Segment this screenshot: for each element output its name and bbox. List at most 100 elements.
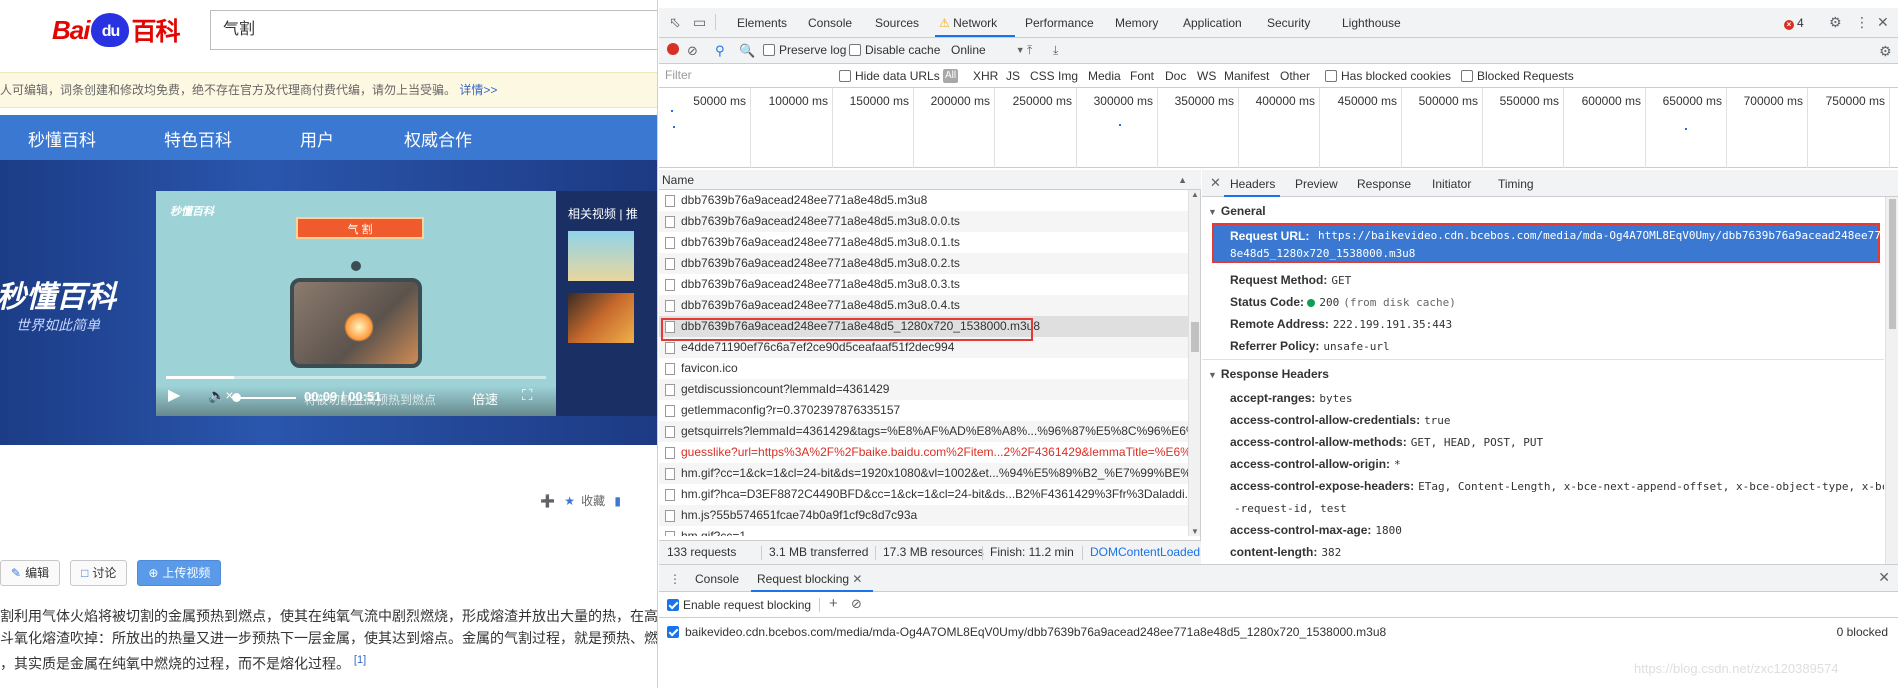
tab-security[interactable]: Security xyxy=(1267,16,1310,30)
filter-js[interactable]: JS xyxy=(1006,69,1020,83)
request-row[interactable]: hm.gif?hca=D3EF8872C4490BFD&cc=1&ck=1&cl… xyxy=(659,484,1189,505)
hide-data-urls-checkbox[interactable]: Hide data URLs xyxy=(839,69,940,83)
request-row[interactable]: getdiscussioncount?lemmaId=4361429 xyxy=(659,379,1189,400)
like-icon[interactable]: ▮ xyxy=(614,494,621,508)
tab-application[interactable]: Application xyxy=(1183,16,1242,30)
request-row[interactable]: hm.gif?cc=1&ck=1&cl=24-bit&ds=1920x1080&… xyxy=(659,463,1189,484)
error-count-badge[interactable]: × 4 xyxy=(1784,16,1804,30)
inspect-icon[interactable]: ⬁ xyxy=(669,14,681,31)
edit-button[interactable]: ✎ 编辑 xyxy=(0,560,61,586)
upload-video-button[interactable]: ⊕ 上传视频 xyxy=(137,560,222,586)
tab-timing[interactable]: Timing xyxy=(1498,177,1534,191)
notice-details-link[interactable]: 详情>> xyxy=(459,83,497,97)
tab-performance[interactable]: Performance xyxy=(1025,16,1094,30)
preserve-log-checkbox[interactable]: Preserve log xyxy=(763,43,846,57)
star-icon[interactable]: ★ xyxy=(564,494,575,508)
scroll-thumb[interactable] xyxy=(1191,322,1199,352)
request-row[interactable]: guesslike?url=https%3A%2F%2Fbaike.baidu.… xyxy=(659,442,1189,463)
filter-img[interactable]: Img xyxy=(1058,69,1078,83)
close-tab-icon[interactable]: ✕ xyxy=(852,572,862,586)
request-row[interactable]: dbb7639b76a9acead248ee771a8e48d5.m3u8 xyxy=(659,190,1189,211)
request-row[interactable]: hm.gif?cc=1 xyxy=(659,526,1189,536)
discuss-button[interactable]: □ 讨论 xyxy=(70,560,128,586)
name-column-header[interactable]: Name ▲ xyxy=(659,170,1201,190)
filter-manifest[interactable]: Manifest xyxy=(1224,69,1269,83)
request-row[interactable]: dbb7639b76a9acead248ee771a8e48d5_1280x72… xyxy=(659,316,1189,337)
volume-slider[interactable] xyxy=(232,393,296,402)
nav-item-miaodong[interactable]: 秒懂百科 xyxy=(28,126,96,151)
record-button[interactable] xyxy=(667,43,679,55)
request-row[interactable]: dbb7639b76a9acead248ee771a8e48d5.m3u8.0.… xyxy=(659,232,1189,253)
export-har-icon[interactable]: ⤓ xyxy=(1053,43,1058,58)
collect-label[interactable]: 收藏 xyxy=(581,494,605,508)
more-menu-icon[interactable]: ⋮ xyxy=(1855,14,1869,31)
filter-font[interactable]: Font xyxy=(1130,69,1154,83)
request-row[interactable]: hm.js?55b574651fcae74b0a9f1cf9c8d7c93a xyxy=(659,505,1189,526)
progress-bar[interactable] xyxy=(166,376,546,379)
request-row[interactable]: dbb7639b76a9acead248ee771a8e48d5.m3u8.0.… xyxy=(659,211,1189,232)
reference-link[interactable]: [1] xyxy=(354,654,366,666)
request-list-scrollbar[interactable]: ▲ ▼ xyxy=(1188,190,1200,536)
filter-ws[interactable]: WS xyxy=(1197,69,1216,83)
response-headers-section-header[interactable]: ▼ Response Headers xyxy=(1208,367,1329,381)
details-scrollbar[interactable] xyxy=(1885,197,1898,564)
fullscreen-icon[interactable]: ⛶ xyxy=(522,387,533,404)
request-row[interactable]: dbb7639b76a9acead248ee771a8e48d5.m3u8.0.… xyxy=(659,274,1189,295)
drawer-tab-console[interactable]: Console xyxy=(695,572,739,586)
tab-lighthouse[interactable]: Lighthouse xyxy=(1342,16,1401,30)
related-thumb-1[interactable] xyxy=(568,231,634,281)
request-url-row[interactable]: Request URL: https://baikevideo.cdn.bceb… xyxy=(1212,223,1884,263)
filter-other[interactable]: Other xyxy=(1280,69,1310,83)
enable-request-blocking-checkbox[interactable]: Enable request blocking xyxy=(667,598,811,612)
tab-memory[interactable]: Memory xyxy=(1115,16,1158,30)
clear-patterns-icon[interactable]: ⊘ xyxy=(851,596,862,612)
device-toggle-icon[interactable]: ▭ xyxy=(693,14,706,31)
tab-preview[interactable]: Preview xyxy=(1295,177,1338,191)
filter-all[interactable]: All xyxy=(943,69,959,83)
tab-elements[interactable]: Elements xyxy=(737,16,787,30)
baidu-baike-logo[interactable]: Bai du 百科 xyxy=(52,8,180,52)
tab-response[interactable]: Response xyxy=(1357,177,1411,191)
filter-input[interactable]: Filter xyxy=(665,68,835,84)
scroll-up-icon[interactable]: ▲ xyxy=(1191,190,1199,199)
filter-media[interactable]: Media xyxy=(1088,69,1121,83)
filter-icon[interactable]: ⚲ xyxy=(715,43,725,59)
related-thumb-2[interactable] xyxy=(568,293,634,343)
nav-item-partner[interactable]: 权威合作 xyxy=(404,126,472,151)
close-details-icon[interactable]: ✕ xyxy=(1210,175,1221,191)
blocked-pattern-row[interactable]: baikevideo.cdn.bcebos.com/media/mda-Og4A… xyxy=(659,621,1898,643)
search-input[interactable]: 气割 xyxy=(210,10,657,50)
scroll-thumb[interactable] xyxy=(1889,199,1896,329)
mute-icon[interactable]: 🔈× xyxy=(208,387,234,404)
general-section-header[interactable]: ▼ General xyxy=(1208,204,1266,218)
play-icon[interactable]: ▶ xyxy=(168,385,180,405)
tab-headers[interactable]: Headers xyxy=(1230,177,1275,191)
disable-cache-checkbox[interactable]: Disable cache xyxy=(849,43,940,57)
drawer-menu-icon[interactable]: ⋮ xyxy=(669,572,681,586)
add-pattern-icon[interactable]: + xyxy=(829,595,838,612)
request-row[interactable]: getlemmaconfig?r=0.3702397876335157 xyxy=(659,400,1189,421)
pattern-checkbox[interactable] xyxy=(667,626,679,638)
add-icon[interactable]: ➕ xyxy=(540,494,555,508)
scroll-down-icon[interactable]: ▼ xyxy=(1191,527,1199,536)
request-row[interactable]: e4dde71190ef76c6a7ef2ce90d5ceafaaf51f2de… xyxy=(659,337,1189,358)
tab-sources[interactable]: Sources xyxy=(875,16,919,30)
nav-item-user[interactable]: 用户 xyxy=(300,126,334,151)
request-row[interactable]: getsquirrels?lemmaId=4361429&tags=%E8%AF… xyxy=(659,421,1189,442)
search-icon[interactable]: 🔍 xyxy=(739,43,755,59)
volume-knob[interactable] xyxy=(232,393,241,402)
request-row[interactable]: dbb7639b76a9acead248ee771a8e48d5.m3u8.0.… xyxy=(659,295,1189,316)
filter-xhr[interactable]: XHR xyxy=(973,69,998,83)
throttling-select[interactable]: Online ▼ xyxy=(951,43,1025,57)
tab-initiator[interactable]: Initiator xyxy=(1432,177,1471,191)
blocked-requests-checkbox[interactable]: Blocked Requests xyxy=(1461,69,1574,83)
drawer-tab-request-blocking[interactable]: Request blocking ✕ xyxy=(757,572,862,586)
request-row[interactable]: dbb7639b76a9acead248ee771a8e48d5.m3u8.0.… xyxy=(659,253,1189,274)
tab-console[interactable]: Console xyxy=(808,16,852,30)
nav-item-tese[interactable]: 特色百科 xyxy=(164,126,232,151)
filter-css[interactable]: CSS xyxy=(1030,69,1055,83)
speed-button[interactable]: 倍速 xyxy=(472,389,498,408)
settings-gear-icon[interactable]: ⚙ xyxy=(1829,14,1842,31)
filter-doc[interactable]: Doc xyxy=(1165,69,1186,83)
overview-timeline[interactable]: 50000 ms 100000 ms 150000 ms 200000 ms 25000… xyxy=(659,88,1898,168)
